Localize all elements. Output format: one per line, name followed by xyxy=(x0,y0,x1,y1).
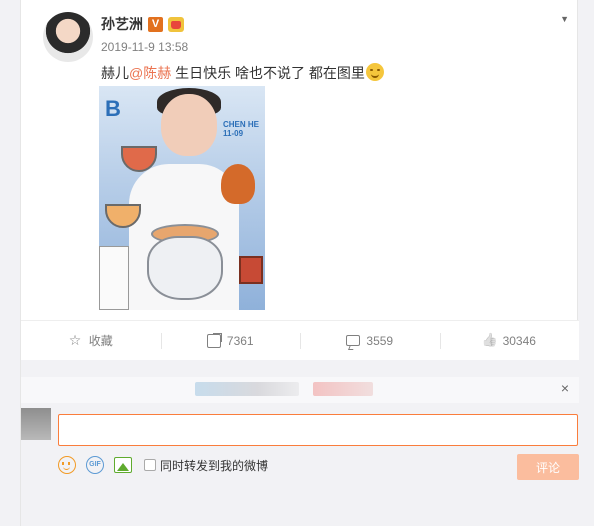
comment-count: 3559 xyxy=(366,333,394,348)
favorite-button[interactable]: 收藏 xyxy=(21,321,161,360)
star-icon xyxy=(69,332,83,349)
mention-link[interactable]: @陈赫 xyxy=(129,65,171,81)
image-caption-text: CHEN HE 11-09 xyxy=(223,120,260,138)
smile-emoji-icon xyxy=(365,63,384,81)
post-timestamp[interactable]: 2019-11-9 13:58 xyxy=(101,40,188,54)
share-icon xyxy=(206,332,222,348)
share-count: 7361 xyxy=(226,333,254,348)
close-icon[interactable]: × xyxy=(561,380,569,396)
blurred-notice-text xyxy=(195,382,299,396)
post-text: 赫儿@陈赫 生日快乐 啥也不说了 都在图里 xyxy=(101,63,384,83)
post-text-prefix: 赫儿 xyxy=(101,65,129,81)
comment-icon xyxy=(346,335,361,346)
more-options-icon[interactable]: ▼ xyxy=(560,14,569,24)
like-count: 30346 xyxy=(502,333,536,348)
repost-option[interactable]: 同时转发到我的微博 xyxy=(144,457,268,474)
blurred-notice-text xyxy=(313,382,373,396)
image-roast-duck xyxy=(221,164,255,204)
author-avatar[interactable] xyxy=(43,12,93,62)
repost-label: 同时转发到我的微博 xyxy=(160,458,269,473)
verified-badge-icon[interactable]: V xyxy=(148,16,163,32)
share-button[interactable]: 7361 xyxy=(160,321,301,360)
post-image[interactable]: B CHEN HE 11-09 xyxy=(99,86,265,310)
thumbs-up-icon xyxy=(483,334,497,348)
image-headline-text: B xyxy=(105,96,122,121)
comment-panel: × GIF 同时转发到我的微博 评论 xyxy=(21,360,579,526)
comment-input[interactable] xyxy=(58,414,578,446)
repost-checkbox[interactable] xyxy=(144,459,156,471)
submit-comment-button[interactable]: 评论 xyxy=(517,454,579,480)
author-name[interactable]: 孙艺洲 xyxy=(101,14,143,34)
post-text-suffix: 生日快乐 啥也不说了 都在图里 xyxy=(171,65,365,81)
favorite-label: 收藏 xyxy=(88,334,113,348)
picture-icon[interactable] xyxy=(114,457,132,473)
current-user-avatar xyxy=(21,408,51,440)
image-meat xyxy=(239,256,263,284)
comment-toolbar: GIF 同时转发到我的微博 xyxy=(58,456,268,474)
gif-icon[interactable]: GIF xyxy=(86,456,104,474)
author-row: 孙艺洲 V xyxy=(101,14,184,34)
image-pot xyxy=(147,236,223,300)
image-menu-card xyxy=(99,246,129,310)
post-action-bar: 收藏 7361 3559 30346 xyxy=(21,320,579,360)
member-badge-icon[interactable] xyxy=(168,16,184,32)
comment-notice-bar: × xyxy=(21,377,579,403)
comment-button[interactable]: 3559 xyxy=(300,321,440,360)
like-button[interactable]: 30346 xyxy=(439,321,580,360)
smile-icon[interactable] xyxy=(58,456,76,474)
image-figure-face xyxy=(161,94,217,156)
weibo-post-card: ▼ 孙艺洲 V 2019-11-9 13:58 赫儿@陈赫 生日快乐 啥也不说了… xyxy=(20,0,579,526)
